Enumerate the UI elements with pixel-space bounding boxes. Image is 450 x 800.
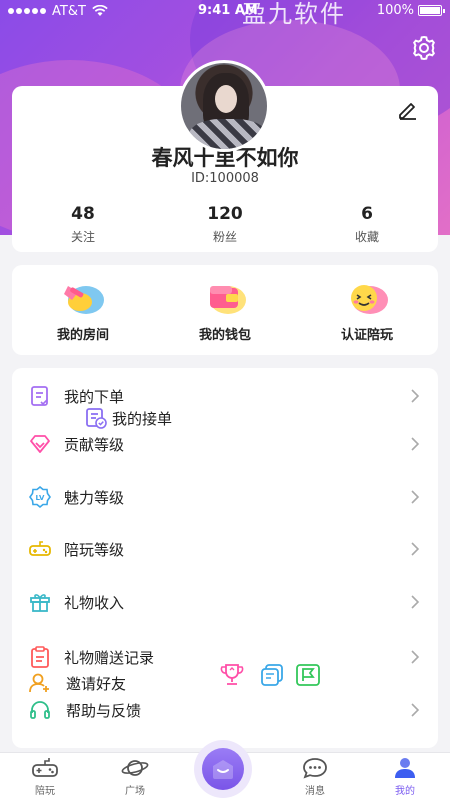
gift-icon xyxy=(30,594,50,612)
stat-label: 收藏 xyxy=(354,230,379,244)
carrier-label: AT&T xyxy=(52,3,86,19)
wifi-icon xyxy=(92,5,108,16)
edit-pencil-icon[interactable] xyxy=(396,98,420,122)
menu-item-received-orders[interactable]: 我的接单 xyxy=(84,406,204,430)
home-center-icon xyxy=(213,760,233,779)
menu-item-contribution-level[interactable]: 贡献等级 xyxy=(12,429,438,459)
menu-item-invite-friends[interactable]: 邀请好友 xyxy=(12,668,438,698)
tab-label: 广场 xyxy=(125,786,145,797)
stat-label: 关注 xyxy=(70,230,95,244)
quick-actions-card: 我的房间 我的钱包 认证陪玩 xyxy=(12,265,438,355)
add-user-icon xyxy=(29,673,49,693)
chevron-right-icon xyxy=(411,595,420,609)
menu-label-companion-level: 陪玩等级 xyxy=(64,540,125,559)
stat-label: 粉丝 xyxy=(212,230,237,244)
center-home-button[interactable] xyxy=(194,740,252,798)
tab-messages[interactable]: 消息 xyxy=(270,753,360,800)
user-icon xyxy=(395,758,415,778)
stat-favorites[interactable]: 6 收藏 xyxy=(296,204,438,245)
user-id: ID:100008 xyxy=(191,171,259,186)
room-icon xyxy=(64,285,104,314)
stat-value: 48 xyxy=(71,204,95,224)
lv-badge-icon: LV xyxy=(29,485,51,509)
settings-gear-icon[interactable] xyxy=(410,34,438,62)
menu-label-help-feedback: 帮助与反馈 xyxy=(66,701,142,720)
clipboard-icon xyxy=(31,646,49,668)
certify-companion-button[interactable]: 认证陪玩 xyxy=(296,265,438,355)
profile-stats: 48 关注 120 粉丝 6 收藏 xyxy=(12,204,438,245)
stat-fans[interactable]: 120 粉丝 xyxy=(154,204,296,245)
battery-icon xyxy=(418,5,445,16)
battery-percent: 100% xyxy=(376,3,414,18)
gamepad-icon xyxy=(29,541,51,556)
menu-label-my-orders: 我的下单 xyxy=(64,387,125,406)
tab-square[interactable]: 广场 xyxy=(90,753,180,800)
my-wallet-label: 我的钱包 xyxy=(198,327,251,343)
avatar[interactable] xyxy=(178,60,270,152)
stat-following[interactable]: 48 关注 xyxy=(12,204,154,245)
headset-icon xyxy=(30,701,50,719)
chevron-right-icon xyxy=(411,542,420,556)
chevron-right-icon xyxy=(411,437,420,451)
menu-label-contribution-level: 贡献等级 xyxy=(64,435,125,454)
tab-label: 陪玩 xyxy=(35,786,55,797)
certify-companion-label: 认证陪玩 xyxy=(340,327,393,343)
chevron-right-icon xyxy=(411,650,420,664)
menu-item-companion-level[interactable]: 陪玩等级 xyxy=(12,534,438,564)
planet-icon xyxy=(121,760,149,776)
status-bar: AT&T 9:41 AM 盈九软件 100% xyxy=(0,0,450,28)
menu-list: 我的下单 我的接单 贡献等级 LV 魅力等级 陪玩等级 礼物收入 礼物赠送记录 … xyxy=(12,368,438,748)
received-order-icon xyxy=(86,408,107,429)
tab-label: 消息 xyxy=(305,786,325,797)
diamond-icon xyxy=(30,435,50,453)
tab-mine[interactable]: 我的 xyxy=(360,753,450,800)
tab-companion[interactable]: 陪玩 xyxy=(0,753,90,800)
menu-label-gift-income: 礼物收入 xyxy=(64,593,125,612)
menu-label-gift-send-record: 礼物赠送记录 xyxy=(64,648,155,667)
chevron-right-icon xyxy=(411,490,420,504)
menu-item-gift-income[interactable]: 礼物收入 xyxy=(12,587,438,617)
my-wallet-button[interactable]: 我的钱包 xyxy=(154,265,296,355)
menu-item-my-orders[interactable]: 我的下单 xyxy=(12,381,438,411)
wallet-icon xyxy=(210,285,246,314)
stat-value: 120 xyxy=(207,204,243,224)
order-list-icon xyxy=(31,386,48,406)
menu-label-charm-level: 魅力等级 xyxy=(64,488,125,507)
menu-label-invite-friends: 邀请好友 xyxy=(66,674,127,693)
my-room-button[interactable]: 我的房间 xyxy=(12,265,154,355)
gamepad-icon xyxy=(32,758,58,777)
my-room-label: 我的房间 xyxy=(56,327,109,343)
signal-icon xyxy=(8,8,46,14)
chevron-right-icon xyxy=(411,703,420,717)
watermark-text: 盈九软件 xyxy=(242,0,346,28)
menu-item-help-feedback[interactable]: 帮助与反馈 xyxy=(12,695,438,725)
chevron-right-icon xyxy=(411,389,420,403)
certify-icon xyxy=(351,284,388,314)
menu-item-charm-level[interactable]: LV 魅力等级 xyxy=(12,482,438,512)
menu-label-received-orders: 我的接单 xyxy=(112,409,173,428)
tab-label: 我的 xyxy=(395,786,415,797)
stat-value: 6 xyxy=(361,204,373,224)
chat-icon xyxy=(303,758,327,779)
svg-text:LV: LV xyxy=(36,494,45,502)
